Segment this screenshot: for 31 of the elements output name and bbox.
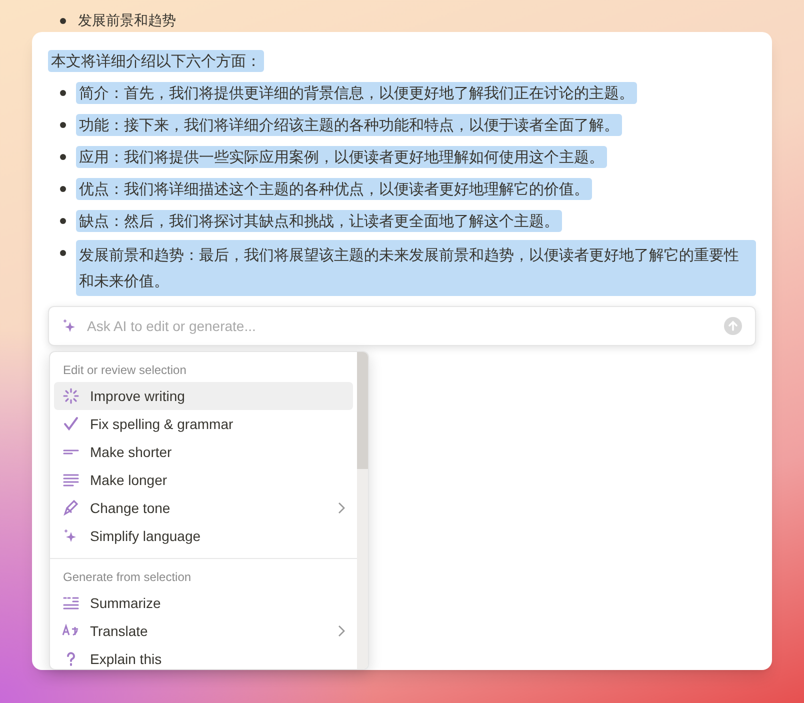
menu-item[interactable]: Explain this xyxy=(54,645,353,669)
list-item: 优点：我们将详细描述这个主题的各种优点，以便读者更好地理解它的价值。 xyxy=(76,178,592,200)
quote-lines-icon xyxy=(62,594,80,612)
list-item: 功能：接下来，我们将详细介绍该主题的各种功能和特点，以便于读者全面了解。 xyxy=(76,114,622,136)
menu-item[interactable]: Fix spelling & grammar xyxy=(54,410,353,438)
scrollbar[interactable] xyxy=(357,352,368,669)
ai-prompt-input[interactable]: Ask AI to edit or generate... xyxy=(87,316,715,336)
menu-item[interactable]: Make shorter xyxy=(54,438,353,466)
section-heading: Generate from selection xyxy=(62,569,192,586)
list-item: 发展前景和趋势：最后，我们将展望该主题的未来发展前景和趋势，以便读者更好地了解它的重要性和未来价值。 xyxy=(76,240,756,296)
chevron-right-icon xyxy=(337,625,345,637)
list-item: 发展前景和趋势 xyxy=(78,12,176,30)
short-lines-icon xyxy=(63,449,79,455)
menu-item[interactable]: Improve writing xyxy=(54,382,353,410)
pen-icon xyxy=(62,499,80,517)
menu-item[interactable]: Translate xyxy=(54,617,353,645)
menu-item[interactable]: Change tone xyxy=(54,494,353,522)
sparkle-burst-icon xyxy=(62,387,80,405)
check-icon xyxy=(62,415,80,433)
chevron-right-icon xyxy=(337,502,345,514)
ai-prompt-field[interactable]: Ask AI to edit or generate... xyxy=(48,306,756,346)
list-item: 应用：我们将提供一些实际应用案例，以便读者更好地理解如何使用这个主题。 xyxy=(76,146,607,168)
section-heading: Edit or review selection xyxy=(62,362,188,379)
list-item: 简介：首先，我们将提供更详细的背景信息，以便更好地了解我们正在讨论的主题。 xyxy=(76,82,637,104)
menu-item[interactable]: Simplify language xyxy=(54,522,353,550)
list-item: 缺点：然后，我们将探讨其缺点和挑战，让读者更全面地了解这个主题。 xyxy=(76,210,562,232)
menu-item[interactable]: Summarize xyxy=(54,589,353,617)
paragraph: 本文将详细介绍以下六个方面： xyxy=(48,50,264,72)
long-lines-icon xyxy=(62,471,80,489)
scrollbar-thumb[interactable] xyxy=(357,352,368,469)
menu-item[interactable]: Make longer xyxy=(54,466,353,494)
